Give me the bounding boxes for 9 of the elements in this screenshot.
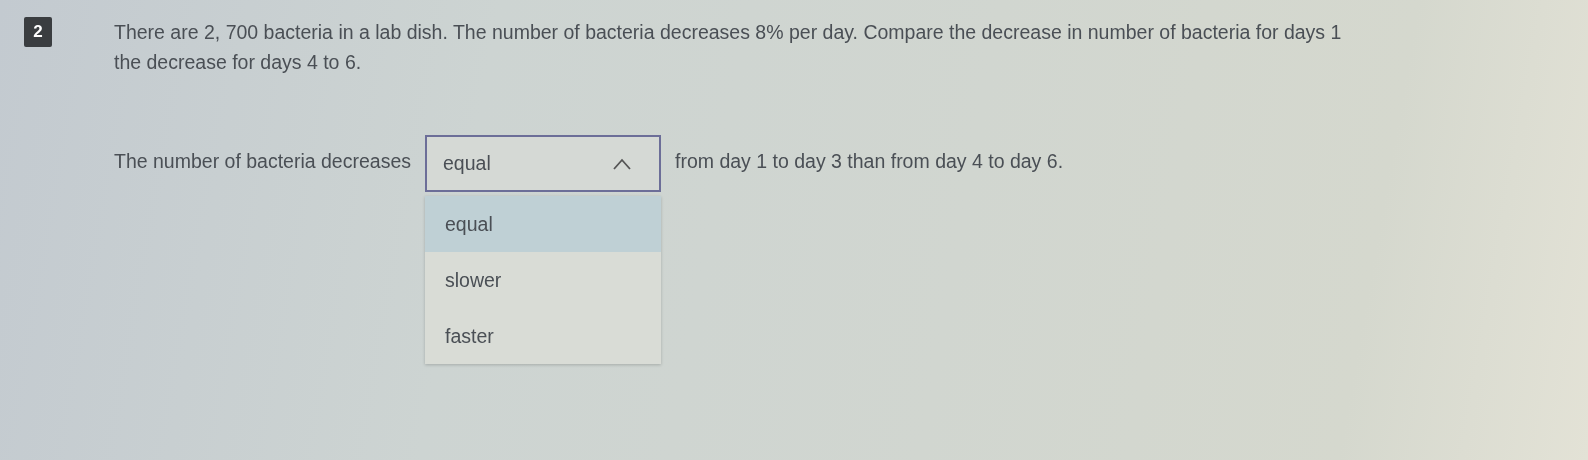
question-number: 2 <box>24 17 52 47</box>
answer-dropdown[interactable]: equal <box>425 135 661 192</box>
dropdown-option[interactable]: slower <box>425 252 661 308</box>
caret-icon <box>611 156 633 171</box>
dropdown-option[interactable]: equal <box>425 196 661 252</box>
sentence-start: The number of bacteria decreases <box>114 149 411 174</box>
question-text: There are 2, 700 bacteria in a lab dish. The number of bacteria decreases 8% per day. Compare the decrease in number of bacteria for days 1 the decrease for days 4 to 6. <box>114 20 1342 75</box>
dropdown-option[interactable]: faster <box>425 308 661 364</box>
sentence-end: from day 1 to day 3 than from day 4 to day 6. <box>675 149 1064 174</box>
